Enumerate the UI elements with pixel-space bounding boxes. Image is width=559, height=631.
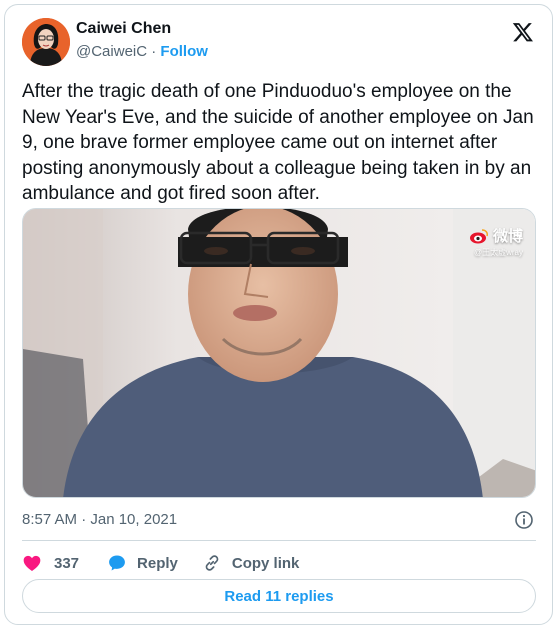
info-icon[interactable]: [514, 510, 534, 530]
author-name[interactable]: Caiwei Chen: [76, 20, 171, 38]
video-frame-image: [23, 209, 535, 497]
weibo-watermark: 微博: [469, 225, 523, 246]
follow-button[interactable]: Follow: [160, 43, 208, 60]
link-icon: [205, 555, 219, 571]
avatar[interactable]: [22, 18, 70, 66]
copy-link-button[interactable]: Copy link: [202, 553, 300, 573]
reply-bubble-icon: [109, 555, 125, 571]
weibo-logo-icon: [469, 228, 488, 243]
author-handle-line: @CaiweiC · Follow: [76, 43, 208, 60]
like-count: 337: [54, 554, 80, 572]
x-logo-icon[interactable]: [512, 21, 534, 43]
heart-icon: [23, 555, 41, 571]
reply-button[interactable]: Reply: [107, 553, 178, 573]
weibo-watermark-text: 微博: [492, 228, 523, 245]
tweet-card: Caiwei Chen @CaiweiC · Follow After the …: [4, 4, 553, 625]
tweet-text: After the tragic death of one Pinduoduo'…: [22, 81, 534, 204]
separator-dot: ·: [151, 43, 157, 60]
copy-link-label: Copy link: [231, 554, 300, 572]
divider: [22, 540, 536, 541]
tweet-timestamp[interactable]: 8:57 AM · Jan 10, 2021: [22, 511, 177, 528]
video-thumbnail[interactable]: 微博 @王太虚wray: [22, 208, 536, 498]
author-handle[interactable]: @CaiweiC: [76, 43, 147, 60]
read-replies-button[interactable]: Read 11 replies: [22, 579, 536, 613]
reply-label: Reply: [137, 554, 178, 572]
action-bar: 337 Reply Copy link: [22, 549, 299, 577]
weibo-watermark-handle: @王太虚wray: [473, 248, 523, 257]
like-button[interactable]: 337: [22, 553, 79, 573]
